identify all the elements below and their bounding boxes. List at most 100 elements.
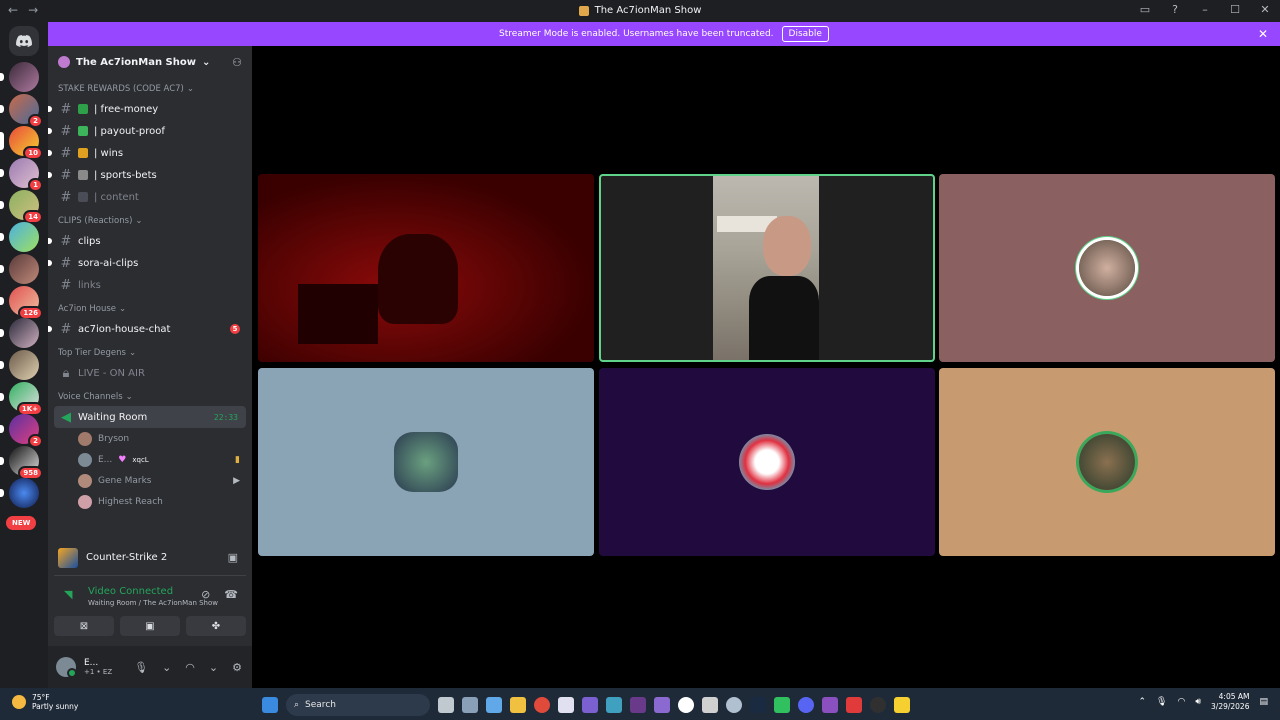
disconnect-icon[interactable]: ☎ [224,588,238,601]
screen-share-button[interactable]: ▣ [120,616,180,636]
server-icon[interactable] [0,478,39,508]
weather-icon [12,695,26,709]
category-stake[interactable]: STAKE REWARDS (CODE AC7) ⌄ [48,80,252,98]
app-icon[interactable] [654,697,670,713]
app-icon[interactable] [606,697,622,713]
channel-house-chat[interactable]: # ac7ion-house-chat 5 [48,318,252,340]
video-tile[interactable] [939,368,1275,556]
server-icon[interactable]: 14 [0,190,43,224]
category-house[interactable]: Ac7ion House ⌄ [48,300,252,318]
notifications-icon[interactable]: ▤ [1259,697,1268,707]
clock[interactable]: 4:05 AM 3/29/2026 [1211,692,1249,712]
minimize-icon[interactable]: – [1198,3,1212,16]
channel-sidebar: The Ac7ionMan Show ⌄ ⚇ STAKE REWARDS (CO… [48,46,252,688]
channel-wins[interactable]: # | wins [48,142,252,164]
video-tile[interactable] [939,174,1275,362]
voice-member[interactable]: Bryson [48,428,252,449]
video-tile[interactable] [599,174,935,362]
disable-button[interactable]: Disable [781,26,829,42]
chevron-down-icon[interactable]: ⌄ [209,661,218,674]
stream-icon[interactable]: ▣ [228,551,238,564]
signal-icon[interactable]: ◥ [64,588,72,601]
app-icon[interactable] [894,697,910,713]
new-badge[interactable]: NEW [6,516,37,530]
server-icon[interactable]: 2 [0,94,43,128]
app-icon[interactable] [774,697,790,713]
add-member-icon[interactable]: ⚇ [232,56,242,69]
chevron-up-icon[interactable]: ⌃ [1139,697,1147,707]
app-icon[interactable] [702,697,718,713]
notepad-icon[interactable] [558,697,574,713]
windows-start-icon[interactable] [262,697,278,713]
category-clips[interactable]: CLIPS (Reactions) ⌄ [48,212,252,230]
volume-icon[interactable]: 🔊︎ [1195,697,1201,707]
channel-clips[interactable]: # clips [48,230,252,252]
app-icon[interactable] [678,697,694,713]
video-tile[interactable] [258,174,594,362]
channel-content[interactable]: # | content [48,186,252,208]
maximize-icon[interactable]: ☐ [1228,3,1242,16]
banner-close-icon[interactable]: ✕ [1258,27,1268,41]
channel-links[interactable]: # links [48,274,252,296]
server-icon[interactable]: 10 [0,126,43,160]
channel-payout-proof[interactable]: # | payout-proof [48,120,252,142]
file-explorer-icon[interactable] [510,697,526,713]
voice-member[interactable]: Gene Marks ▶ [48,470,252,491]
voice-member[interactable]: E... ♥ xqcL ▮ [48,449,252,470]
app-icon[interactable] [726,697,742,713]
close-icon[interactable]: ✕ [1258,3,1272,16]
inbox-icon[interactable]: ▭ [1138,3,1152,16]
server-icon[interactable]: 958 [0,446,43,480]
server-icon[interactable]: 126 [0,286,43,320]
steam-icon[interactable] [750,697,766,713]
activity-panel[interactable]: Counter-Strike 2 ▣ [54,540,246,576]
category-voice[interactable]: Voice Channels ⌄ [48,388,252,406]
app-icon[interactable] [630,697,646,713]
weather-widget[interactable]: 75°F Partly sunny [12,693,78,711]
microphone-icon[interactable]: 🎙︎ [134,661,148,674]
help-icon[interactable]: ? [1168,3,1182,16]
voice-channel-waiting-room[interactable]: ◀ Waiting Room 22:33 [54,406,246,428]
noise-suppression-icon[interactable]: ⊘ [201,588,210,601]
server-icon[interactable]: 1 [0,158,43,192]
camera-off-button[interactable]: ⊠ [54,616,114,636]
discord-home-icon[interactable] [9,26,39,56]
taskbar-search[interactable]: ⌕ Search [286,694,430,716]
user-info[interactable]: E... +1 • EZ [84,658,112,676]
wifi-icon[interactable]: ◠ [1177,697,1185,707]
connection-location[interactable]: Waiting Room / The Ac7ionMan Show [88,599,218,607]
task-view-icon[interactable] [438,697,454,713]
app-icon[interactable] [582,697,598,713]
chrome-icon[interactable] [534,697,550,713]
store-icon[interactable] [486,697,502,713]
headphones-icon[interactable]: ◠ [185,661,195,674]
category-degens[interactable]: Top Tier Degens ⌄ [48,344,252,362]
server-header[interactable]: The Ac7ionMan Show ⌄ ⚇ [48,46,252,78]
microphone-icon[interactable]: 🎙︎ [1156,697,1167,707]
activities-button[interactable]: ✤ [186,616,246,636]
channel-free-money[interactable]: # | free-money [48,98,252,120]
server-icon[interactable] [0,62,39,92]
channel-sora-ai-clips[interactable]: # sora-ai-clips [48,252,252,274]
avatar[interactable] [56,657,77,678]
server-icon[interactable] [0,222,39,252]
gear-icon[interactable]: ⚙ [232,661,242,674]
channel-live-on-air[interactable]: 🔒︎ LIVE - ON AIR [48,362,252,384]
server-icon[interactable] [0,318,39,348]
app-icon[interactable] [822,697,838,713]
game-icon [58,547,78,568]
chevron-down-icon[interactable]: ⌄ [162,661,171,674]
connection-status[interactable]: Video Connected [88,586,173,597]
settings-icon[interactable] [462,697,478,713]
obs-icon[interactable] [870,697,886,713]
server-icon[interactable] [0,254,39,284]
voice-member[interactable]: Highest Reach [48,491,252,512]
video-tile[interactable] [258,368,594,556]
server-icon[interactable]: 1K+ [0,382,43,416]
server-icon[interactable] [0,350,39,380]
server-icon[interactable]: 2 [0,414,43,448]
video-tile[interactable] [599,368,935,556]
discord-icon[interactable] [798,697,814,713]
channel-sports-bets[interactable]: # | sports-bets [48,164,252,186]
app-icon[interactable] [846,697,862,713]
